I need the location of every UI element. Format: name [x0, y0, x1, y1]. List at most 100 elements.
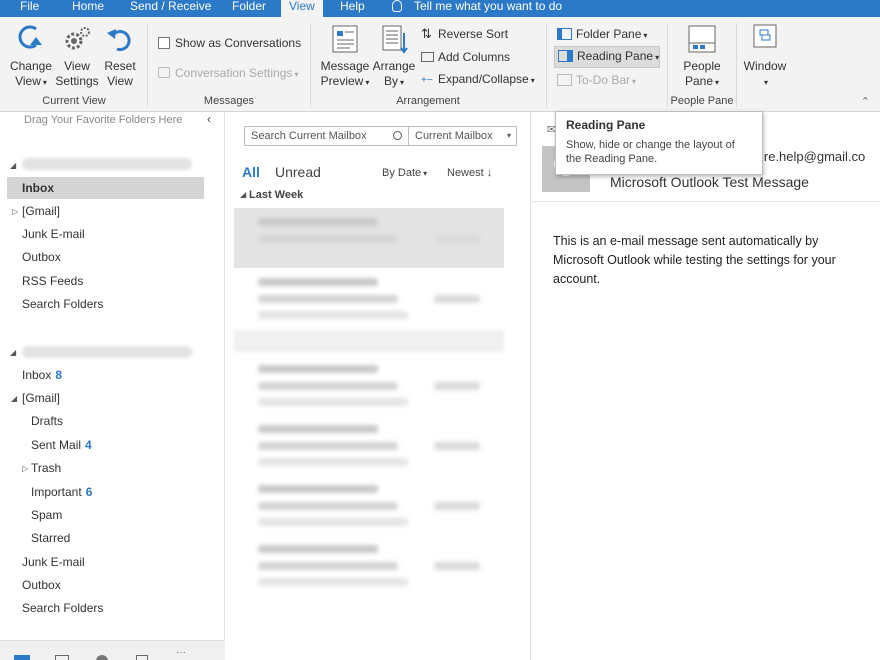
reset-icon: [103, 23, 137, 55]
reset-view-button[interactable]: Reset View: [101, 23, 139, 89]
ribbon-separator: [147, 23, 148, 107]
message-item[interactable]: [234, 475, 504, 535]
tooltip-title: Reading Pane: [566, 118, 646, 132]
message-preview-label-2: Preview: [320, 74, 364, 88]
folder-spam[interactable]: Spam: [31, 508, 62, 522]
folder-outbox-2[interactable]: Outbox: [22, 578, 61, 592]
search-icon[interactable]: [393, 131, 402, 140]
collapse-account-icon[interactable]: ◢: [10, 161, 16, 170]
folder-gmail-2[interactable]: [Gmail]: [22, 391, 60, 405]
folder-rss-feeds[interactable]: RSS Feeds: [22, 274, 83, 288]
sort-by-dropdown[interactable]: By Date ▾: [382, 167, 427, 179]
add-columns-label: Add Columns: [438, 50, 511, 64]
search-input[interactable]: Search Current Mailbox: [244, 126, 409, 146]
reading-pane-tooltip: Reading Pane Show, hide or change the la…: [555, 111, 763, 175]
change-view-icon: [14, 23, 48, 55]
group-header-last-week[interactable]: ◢ Last Week: [234, 184, 504, 206]
message-item[interactable]: [234, 208, 504, 268]
window-button[interactable]: Window ▾: [740, 23, 790, 90]
reverse-sort-button[interactable]: ⇅ Reverse Sort: [421, 26, 509, 42]
folder-pane-label: Folder Pane: [576, 27, 642, 41]
todo-bar-button[interactable]: To-Do Bar ▾: [555, 72, 638, 90]
collapse-ribbon-icon[interactable]: ⌃: [861, 95, 870, 108]
message-subject: Microsoft Outlook Test Message: [610, 174, 809, 190]
search-placeholder: Search Current Mailbox: [251, 130, 367, 142]
change-view-button[interactable]: Change View ▾: [9, 23, 53, 90]
expand-collapse-button[interactable]: +− Expand/Collapse ▾: [421, 72, 535, 88]
todo-bar-icon: [557, 74, 572, 86]
folder-search-folders[interactable]: Search Folders: [22, 297, 103, 311]
mail-icon[interactable]: [14, 655, 30, 660]
folder-outbox[interactable]: Outbox: [22, 250, 61, 264]
folder-junk-email-2[interactable]: Junk E-mail: [22, 555, 85, 569]
message-item[interactable]: [234, 268, 504, 328]
conversation-settings-button[interactable]: Conversation Settings ▾: [158, 66, 298, 82]
account-email-blurred[interactable]: [22, 158, 192, 170]
expand-collapse-label: Expand/Collapse: [438, 72, 529, 86]
message-item[interactable]: [234, 415, 504, 475]
message-item[interactable]: [234, 535, 504, 595]
message-item[interactable]: [234, 355, 504, 415]
sort-order-toggle[interactable]: Newest ↓: [447, 167, 492, 179]
view-settings-button[interactable]: View Settings: [55, 23, 99, 89]
message-list-pane: Search Current Mailbox Current Mailbox ▾ …: [226, 112, 531, 660]
reverse-sort-label: Reverse Sort: [438, 27, 509, 41]
collapse-folder-icon[interactable]: ◢: [11, 394, 17, 403]
collapse-group-icon: ◢: [240, 190, 247, 199]
tab-view[interactable]: View: [281, 0, 323, 17]
message-preview-button[interactable]: Message Preview ▾: [318, 23, 372, 90]
folder-inbox[interactable]: Inbox: [7, 177, 204, 199]
arrange-by-button[interactable]: Arrange By ▾: [372, 23, 416, 90]
group-label-arrangement: Arrangement: [396, 95, 460, 107]
folder-trash[interactable]: Trash: [31, 461, 61, 475]
tasks-icon[interactable]: [136, 655, 148, 660]
folder-sent-mail[interactable]: Sent Mail 4: [31, 438, 92, 452]
expand-folder-icon[interactable]: ▷: [22, 464, 28, 473]
folder-drafts[interactable]: Drafts: [31, 414, 63, 428]
tab-home[interactable]: Home: [72, 0, 104, 17]
account-email-blurred[interactable]: [22, 346, 192, 358]
reading-pane-button[interactable]: Reading Pane ▾: [554, 46, 660, 68]
favorites-drop-hint: Drag Your Favorite Folders Here: [24, 114, 183, 126]
tab-file[interactable]: File: [20, 0, 39, 17]
reading-pane-label: Reading Pane: [577, 49, 654, 63]
add-columns-button[interactable]: Add Columns: [421, 50, 510, 64]
conversation-settings-icon: [158, 67, 170, 78]
tab-send-receive[interactable]: Send / Receive: [130, 0, 211, 17]
calendar-icon[interactable]: [55, 655, 69, 660]
folder-junk-email[interactable]: Junk E-mail: [22, 227, 85, 241]
search-scope-dropdown[interactable]: Current Mailbox ▾: [408, 126, 517, 146]
folder-important[interactable]: Important 6: [31, 485, 92, 499]
people-icon[interactable]: [96, 655, 108, 660]
expand-folder-icon[interactable]: ▷: [12, 207, 18, 216]
reverse-sort-icon: ⇅: [421, 26, 432, 41]
filter-unread-tab[interactable]: Unread: [275, 164, 321, 180]
folder-inbox-2[interactable]: Inbox 8: [22, 368, 62, 382]
tab-help[interactable]: Help: [340, 0, 365, 17]
gear-icon: [60, 23, 94, 55]
sort-label: By Date: [382, 167, 422, 179]
people-pane-button[interactable]: People Pane ▾: [676, 23, 728, 90]
reset-view-label-2: View: [107, 74, 133, 88]
folder-starred[interactable]: Starred: [31, 531, 70, 545]
group-header-blurred[interactable]: [234, 330, 504, 352]
more-icon[interactable]: ···: [176, 648, 196, 658]
folder-search-folders-2[interactable]: Search Folders: [22, 601, 103, 615]
tooltip-description: Show, hide or change the layout of the R…: [566, 139, 735, 165]
folder-pane-icon: [557, 28, 572, 40]
people-pane-label-1: People: [683, 59, 721, 73]
tell-me-search[interactable]: Tell me what you want to do: [392, 0, 562, 13]
collapse-account-icon[interactable]: ◢: [10, 348, 16, 357]
ribbon-tab-bar: File Home Send / Receive Folder View Hel…: [0, 0, 880, 17]
sender-address[interactable]: ire.help@gmail.co: [761, 149, 865, 164]
message-preview-icon: [328, 23, 362, 55]
show-as-conversations-checkbox[interactable]: Show as Conversations: [158, 36, 301, 50]
folder-label: Inbox: [22, 368, 52, 382]
change-view-label-2: View: [15, 74, 41, 88]
minimize-folder-pane-icon[interactable]: ‹: [207, 112, 211, 126]
tab-folder[interactable]: Folder: [232, 0, 266, 17]
folder-pane-button[interactable]: Folder Pane ▾: [555, 26, 649, 44]
folder-gmail[interactable]: [Gmail]: [22, 204, 60, 218]
filter-all-tab[interactable]: All: [242, 164, 260, 180]
folder-label: Important: [31, 485, 82, 499]
